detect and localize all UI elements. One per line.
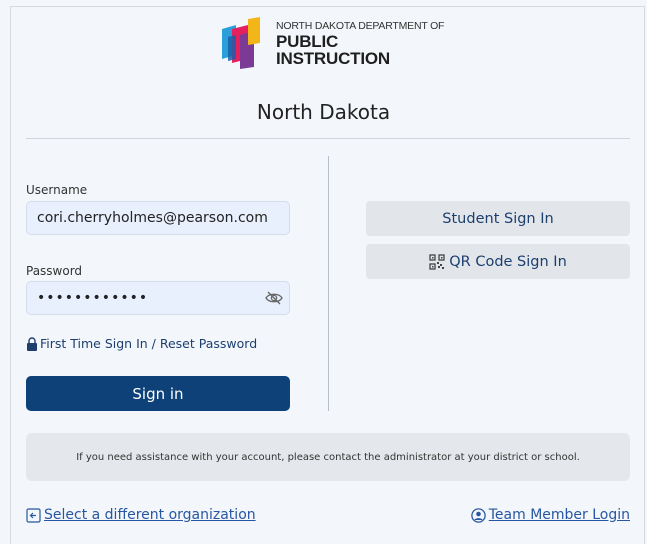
- username-field[interactable]: cori.cherryholmes@pearson.com: [26, 201, 290, 235]
- ndpi-logo-mark: [222, 17, 260, 69]
- qr-code-sign-in-label: QR Code Sign In: [449, 253, 567, 270]
- logo-line-1: NORTH DAKOTA DEPARTMENT OF: [276, 19, 445, 32]
- qr-code-sign-in-button[interactable]: QR Code Sign In: [366, 244, 630, 279]
- select-organization-link[interactable]: Select a different organization: [26, 507, 256, 523]
- reset-password-link[interactable]: First Time Sign In / Reset Password: [26, 336, 257, 351]
- assistance-notice: If you need assistance with your account…: [26, 433, 630, 481]
- user-circle-icon: [470, 507, 486, 523]
- logo-line-2: PUBLIC INSTRUCTION: [276, 32, 390, 69]
- sign-in-button[interactable]: Sign in: [26, 376, 290, 411]
- select-organization-label: Select a different organization: [44, 507, 256, 523]
- password-label: Password: [26, 264, 83, 278]
- eye-slash-icon[interactable]: [265, 290, 283, 306]
- header-divider: [26, 138, 630, 139]
- lock-icon: [27, 336, 37, 351]
- qr-code-icon: [429, 253, 445, 270]
- organization-title: North Dakota: [256, 100, 391, 124]
- password-field[interactable]: ••••••••••••: [26, 281, 290, 315]
- arrow-left-box-icon: [26, 507, 41, 523]
- team-member-login-link[interactable]: Team Member Login: [470, 507, 630, 523]
- username-value: cori.cherryholmes@pearson.com: [37, 210, 268, 226]
- reset-password-label: First Time Sign In / Reset Password: [40, 336, 258, 351]
- column-divider: [328, 156, 329, 411]
- password-value: ••••••••••••: [37, 290, 149, 306]
- ndpi-logo: NORTH DAKOTA DEPARTMENT OF PUBLIC INSTRU…: [214, 14, 446, 74]
- student-sign-in-button[interactable]: Student Sign In: [366, 201, 630, 236]
- username-label: Username: [26, 183, 88, 197]
- team-member-login-label: Team Member Login: [488, 507, 630, 523]
- student-sign-in-label: Student Sign In: [442, 210, 554, 227]
- assistance-notice-text: If you need assistance with your account…: [76, 451, 580, 463]
